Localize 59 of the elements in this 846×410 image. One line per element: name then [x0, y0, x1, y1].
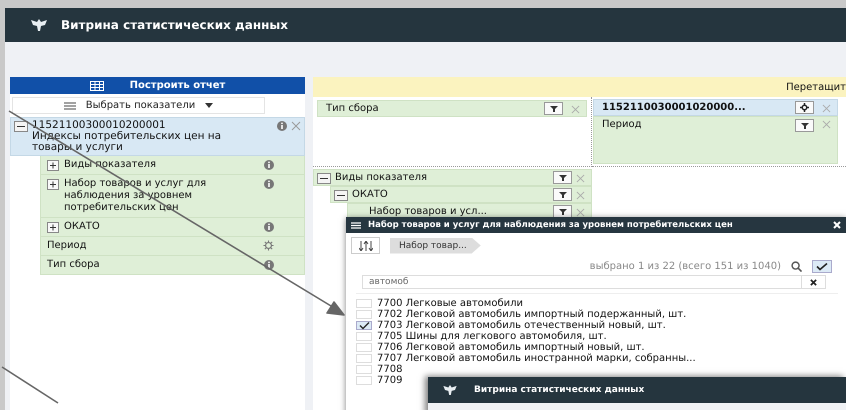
list-item-label[interactable]: 7703 Легковой автомобиль отечественный новый, шт. — [377, 320, 666, 331]
selection-count: выбрано 1 из 22 (всего 151 из 1040) — [590, 261, 781, 272]
checkbox[interactable] — [356, 354, 372, 363]
select-all-checkbox[interactable] — [812, 260, 832, 273]
list-item-label[interactable]: 7707 Легковой автомобиль иностранной марки, собранны... — [377, 353, 696, 364]
column-chip[interactable]: 1152110030001020000... — [593, 99, 838, 116]
dimension-item[interactable]: Период — [40, 237, 305, 256]
annotation-line — [0, 365, 60, 405]
info-icon[interactable] — [264, 160, 274, 170]
checkbox[interactable] — [356, 332, 372, 341]
list-item-label[interactable]: 7705 Шины для легкового автомобиля, шт. — [377, 331, 607, 342]
settings-icon[interactable] — [795, 101, 814, 114]
checkbox[interactable] — [356, 365, 372, 374]
list-item-label[interactable]: 7702 Легковой автомобиль импортный подержанный, шт. — [377, 309, 686, 320]
collapse-toggle[interactable] — [334, 190, 348, 200]
expand-toggle[interactable] — [47, 222, 59, 233]
info-icon[interactable] — [264, 222, 274, 232]
drop-hint-text: Перетащит — [786, 82, 846, 92]
filter-icon[interactable] — [553, 171, 572, 184]
search-icon[interactable] — [791, 261, 802, 272]
sort-icon — [358, 240, 372, 250]
info-icon[interactable] — [264, 179, 274, 189]
sort-button[interactable] — [351, 237, 380, 254]
expand-toggle[interactable] — [47, 179, 59, 190]
row-chip[interactable]: Виды показателя — [313, 169, 592, 186]
column-chip[interactable]: Период — [593, 116, 838, 164]
info-icon[interactable] — [277, 121, 287, 131]
dimension-item[interactable]: ОКАТО — [40, 218, 305, 237]
filter-icon[interactable] — [795, 119, 814, 132]
filter-icon[interactable] — [553, 205, 572, 218]
build-report-button[interactable]: Построить отчет — [10, 77, 305, 94]
checkbox[interactable] — [356, 376, 372, 385]
inset-title: Витрина статистических данных — [474, 385, 644, 395]
select-indicators-button[interactable]: Выбрать показатели — [12, 97, 265, 114]
filter-icon[interactable] — [553, 188, 572, 201]
filter-icon[interactable] — [544, 102, 563, 115]
expand-toggle[interactable] — [47, 160, 59, 171]
checkbox[interactable] — [356, 321, 372, 330]
row-chip[interactable]: ОКАТО — [330, 186, 592, 203]
caret-icon — [205, 103, 214, 108]
menu-icon — [64, 102, 76, 110]
dialog-title: Набор товаров и услуг для наблюдения за уровнем потребительских цен — [368, 220, 734, 230]
clear-icon[interactable] — [802, 275, 826, 289]
list-item-label[interactable]: 7708 — [377, 364, 402, 375]
dimension-item[interactable]: Тип сбора — [40, 256, 305, 275]
filter-chip[interactable]: Тип сбора — [317, 100, 587, 117]
breadcrumb-item[interactable]: Набор товар... — [390, 238, 481, 254]
list-item-label[interactable]: 7706 Легковой автомобиль импортный новый, шт. — [377, 342, 645, 353]
list-item-label[interactable]: 7700 Легковые автомобили — [377, 298, 524, 309]
search-field[interactable]: автомоб — [362, 275, 802, 289]
table-icon — [90, 80, 104, 90]
collapse-toggle[interactable] — [317, 172, 331, 184]
app-title: Витрина статистических данных — [61, 18, 288, 32]
list-icon — [351, 222, 361, 228]
checkbox[interactable] — [356, 299, 372, 308]
list-item-label[interactable]: 7709 — [377, 375, 402, 386]
checkbox[interactable] — [356, 310, 372, 319]
collapse-toggle[interactable] — [14, 121, 28, 132]
checkbox[interactable] — [356, 343, 372, 352]
